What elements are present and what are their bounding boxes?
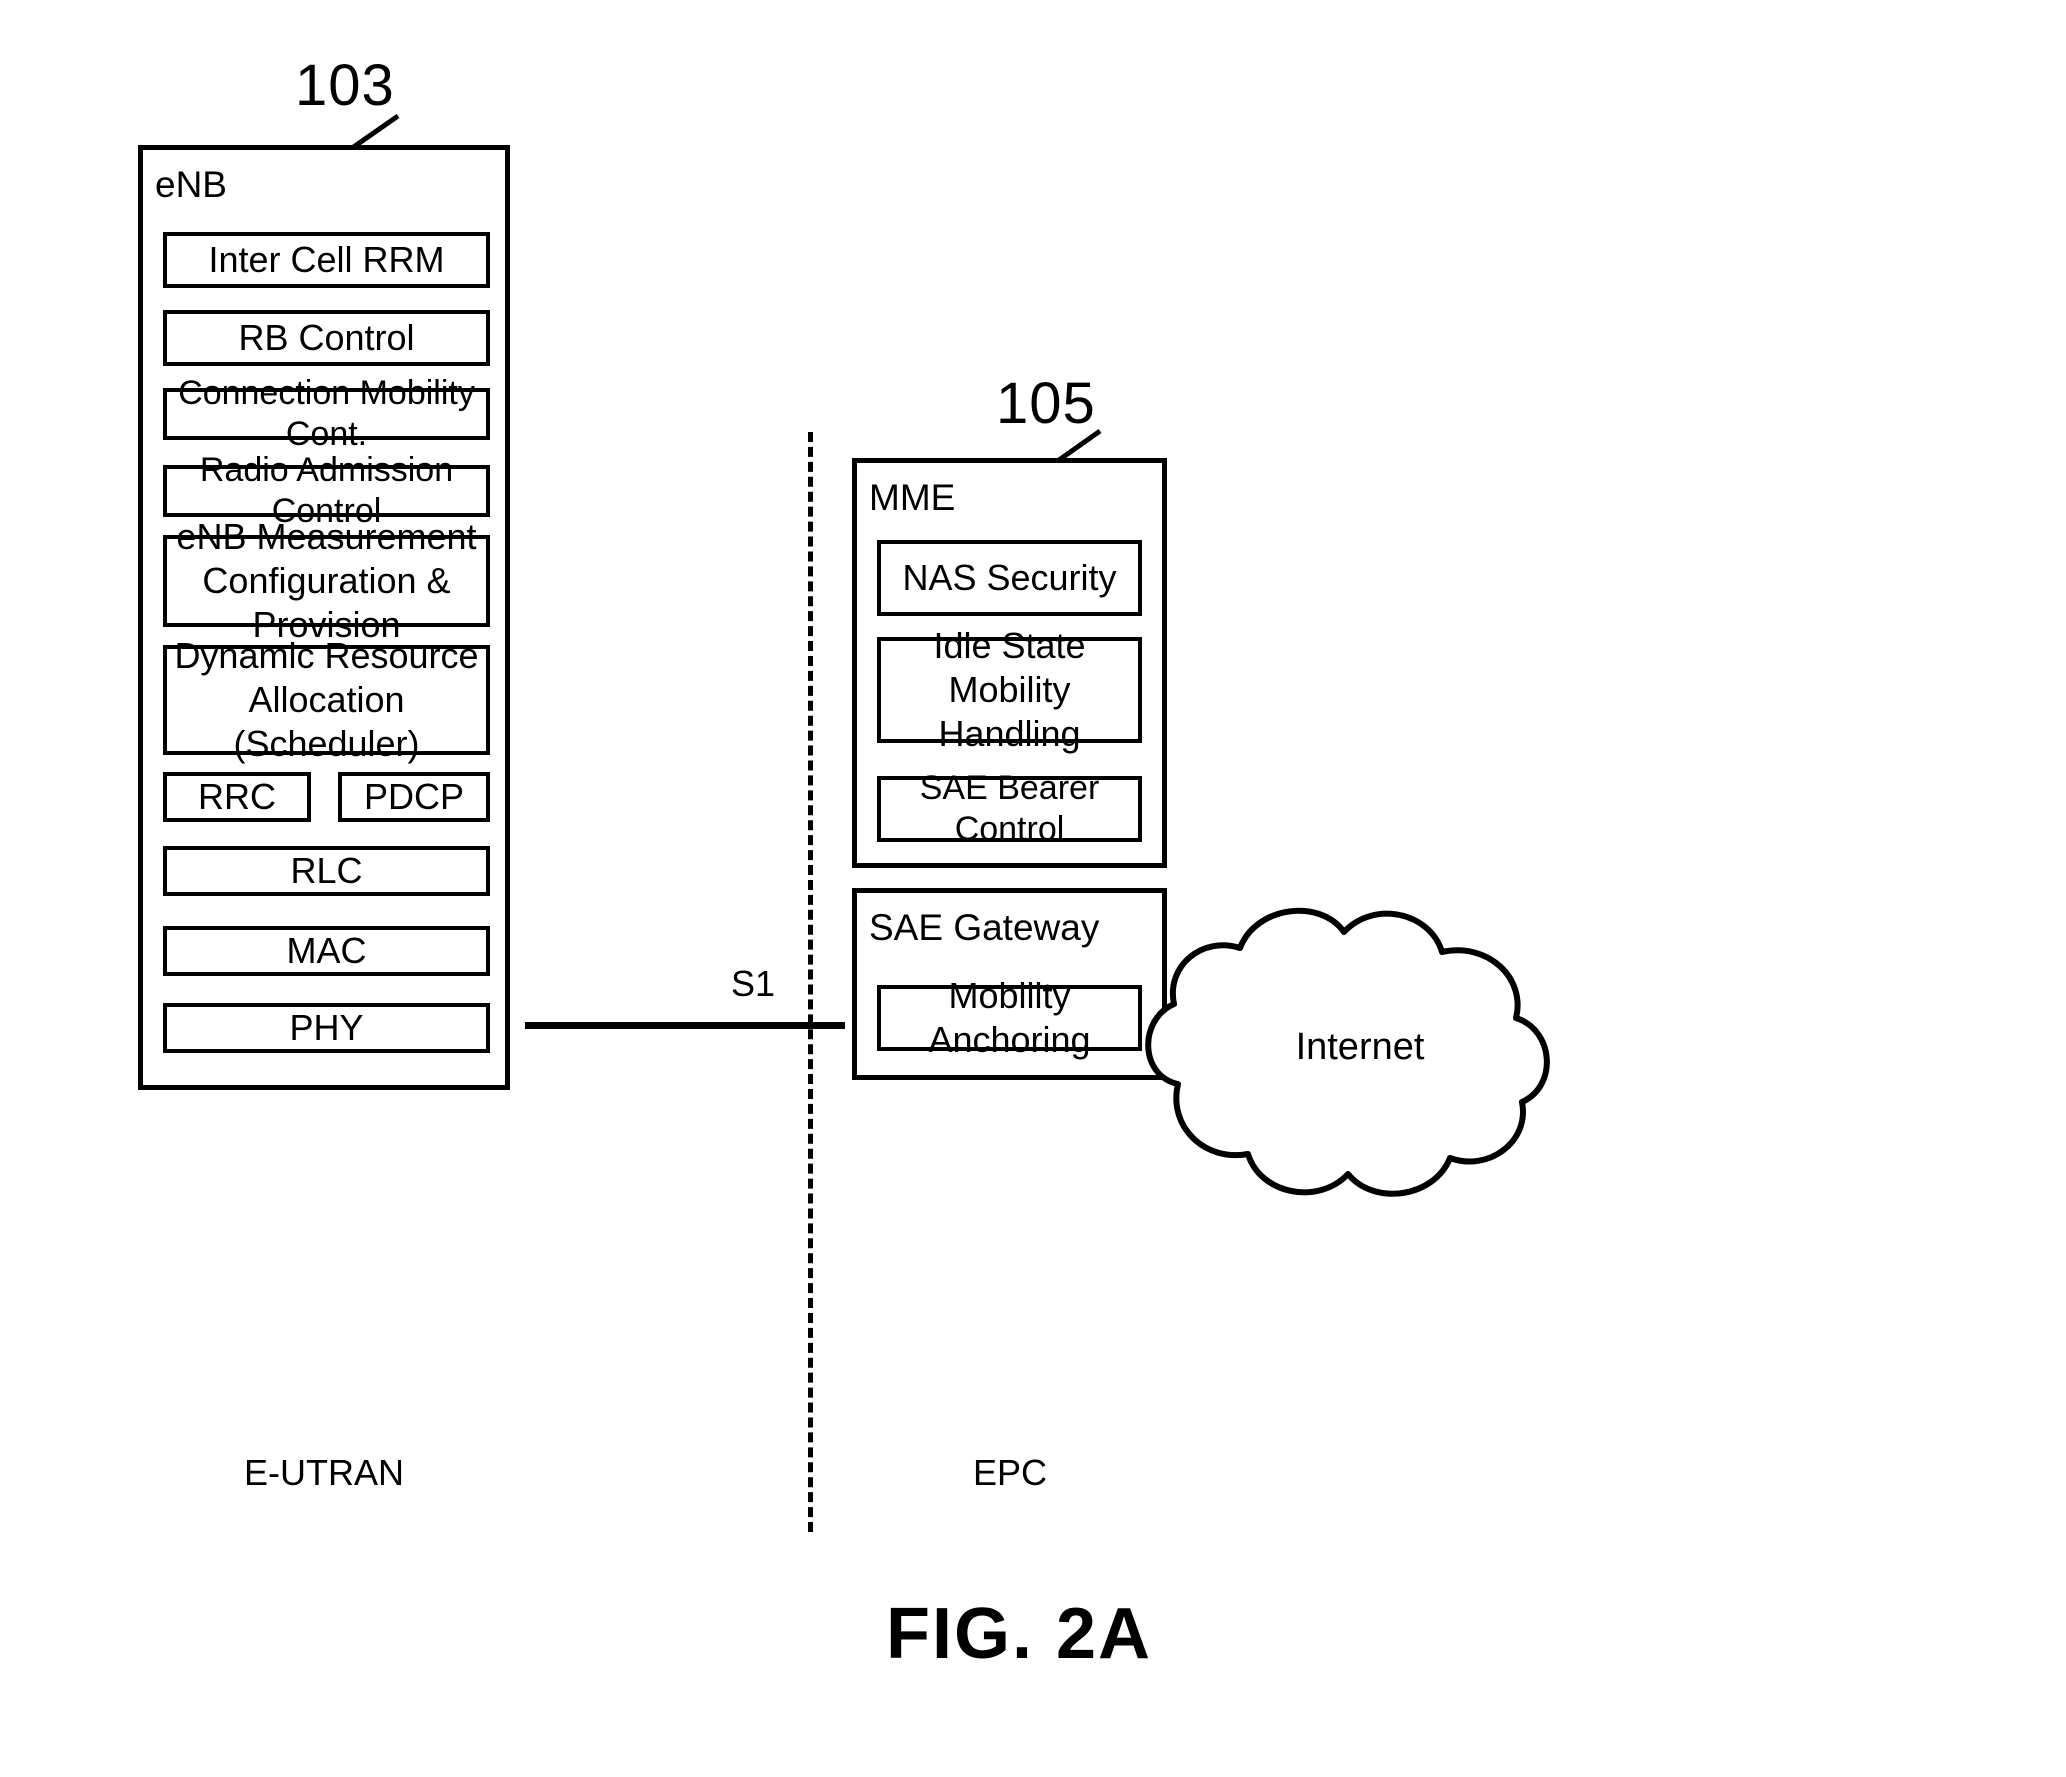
enb-title: eNB	[155, 164, 227, 205]
mme-function-idle-state-mobility-handling[interactable]: Idle State Mobility Handling	[877, 625, 1142, 754]
enb-function-rrc[interactable]: RRC	[163, 772, 311, 822]
internet-cloud: Internet	[1130, 880, 1590, 1220]
enb-function-inter-cell-rrm[interactable]: Inter Cell RRM	[163, 232, 490, 288]
enb-function-rlc[interactable]: RLC	[163, 846, 490, 896]
enb-function-radio-admission-control[interactable]: Radio Admission Control	[163, 451, 490, 530]
enb-function-rb-control[interactable]: RB Control	[163, 310, 490, 366]
reference-numeral-103: 103	[295, 53, 395, 118]
mme-title: MME	[869, 477, 956, 518]
zone-label-eutran: E-UTRAN	[244, 1452, 404, 1493]
enb-function-dynamic-resource-allocation[interactable]: Dynamic Resource Allocation (Scheduler)	[163, 635, 490, 764]
enb-function-phy[interactable]: PHY	[163, 1003, 490, 1053]
enb-function-pdcp[interactable]: PDCP	[338, 772, 490, 822]
s1-interface-label: S1	[731, 963, 776, 1004]
enb-function-mac[interactable]: MAC	[163, 926, 490, 976]
internet-label: Internet	[1295, 1026, 1425, 1068]
enb-function-connection-mobility-cont[interactable]: Connection Mobility Cont.	[163, 374, 490, 453]
sae-gateway-title: SAE Gateway	[869, 907, 1100, 948]
s1-interface-line	[525, 1022, 845, 1029]
figure-caption: FIG. 2A	[886, 1594, 1153, 1674]
sae-gateway-function-mobility-anchoring[interactable]: Mobility Anchoring	[877, 975, 1142, 1060]
enb-function-enb-measurement-configuration[interactable]: eNB Measurement Configuration & Provisio…	[163, 516, 490, 645]
patent-figure-page: 103 eNB Inter Cell RRM RB Control Connec…	[0, 0, 2066, 1777]
mme-function-sae-bearer-control[interactable]: SAE Bearer Control	[877, 769, 1142, 848]
mme-function-nas-security[interactable]: NAS Security	[877, 540, 1142, 616]
zone-label-epc: EPC	[972, 1452, 1048, 1493]
eutran-epc-divider	[808, 432, 813, 1532]
